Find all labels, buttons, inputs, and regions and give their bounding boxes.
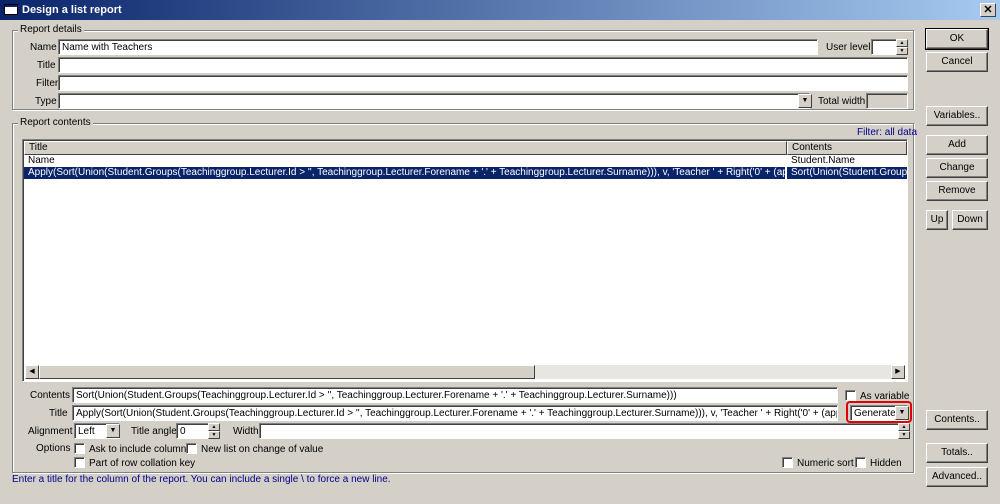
row-collation-label: Part of row collation key bbox=[89, 458, 196, 469]
report-details-label: Report details bbox=[18, 24, 84, 35]
horizontal-scrollbar[interactable]: ◀ ▶ bbox=[25, 365, 905, 379]
scroll-left-icon[interactable]: ◀ bbox=[25, 365, 39, 379]
contents-field[interactable]: Sort(Union(Student.Groups(Teachinggroup.… bbox=[72, 387, 838, 403]
row-title-cell: Apply(Sort(Union(Student.Groups(Teaching… bbox=[24, 167, 785, 179]
user-level-up-button[interactable]: ▲ bbox=[896, 39, 908, 47]
status-hint: Enter a title for the column of the repo… bbox=[12, 474, 391, 485]
column-header-title[interactable]: Title bbox=[24, 141, 787, 155]
scroll-right-icon[interactable]: ▶ bbox=[891, 365, 905, 379]
user-level-down-button[interactable]: ▼ bbox=[896, 47, 908, 55]
change-button[interactable]: Change bbox=[926, 158, 988, 178]
report-columns-list[interactable]: Title Contents Name Student.Name Apply(S… bbox=[22, 139, 908, 382]
filter-label: Filter bbox=[36, 78, 59, 89]
column-title-field[interactable]: Apply(Sort(Union(Student.Groups(Teaching… bbox=[72, 405, 838, 421]
cancel-button[interactable]: Cancel bbox=[926, 52, 988, 72]
new-list-label: New list on change of value bbox=[201, 444, 324, 455]
hidden-checkbox[interactable] bbox=[855, 457, 866, 468]
user-level-label: User level bbox=[826, 42, 871, 53]
options-label: Options bbox=[36, 443, 71, 454]
contents-button[interactable]: Contents.. bbox=[926, 410, 988, 430]
width-down-button[interactable]: ▼ bbox=[898, 431, 910, 439]
type-select[interactable] bbox=[58, 93, 810, 109]
row-collation-checkbox[interactable] bbox=[74, 457, 85, 468]
alignment-dropdown-icon[interactable]: ▼ bbox=[106, 424, 120, 438]
filter-info: Filter: all data bbox=[857, 127, 918, 138]
hidden-label: Hidden bbox=[870, 458, 902, 469]
new-list-checkbox[interactable] bbox=[186, 443, 197, 454]
title-label: Title bbox=[37, 60, 56, 71]
window-icon bbox=[4, 4, 18, 15]
user-level-field[interactable] bbox=[871, 39, 897, 55]
total-width-field bbox=[866, 93, 908, 109]
totals-button[interactable]: Totals.. bbox=[926, 443, 988, 463]
up-button[interactable]: Up bbox=[926, 210, 948, 230]
row-contents-cell: Student.Name bbox=[791, 155, 855, 166]
title-angle-label: Title angle bbox=[131, 426, 177, 437]
width-field[interactable] bbox=[259, 423, 899, 439]
ask-include-label: Ask to include column bbox=[89, 444, 187, 455]
ok-button[interactable]: OK bbox=[925, 28, 989, 50]
title-angle-up-button[interactable]: ▲ bbox=[208, 423, 220, 431]
remove-button[interactable]: Remove bbox=[926, 181, 988, 201]
filter-field[interactable] bbox=[58, 75, 908, 91]
title-bar: Design a list report ✕ bbox=[0, 0, 1000, 20]
type-label: Type bbox=[35, 96, 57, 107]
width-up-button[interactable]: ▲ bbox=[898, 423, 910, 431]
row-contents-cell: Sort(Union(Student.Groups(Teachinggroup.… bbox=[787, 167, 907, 179]
title-angle-down-button[interactable]: ▼ bbox=[208, 431, 220, 439]
add-button[interactable]: Add bbox=[926, 135, 988, 155]
generate-dropdown-icon[interactable]: ▼ bbox=[895, 406, 909, 420]
close-button[interactable]: ✕ bbox=[980, 3, 996, 17]
total-width-label: Total width bbox=[818, 96, 866, 107]
row-title-cell: Name bbox=[28, 155, 55, 166]
ask-include-checkbox[interactable] bbox=[74, 443, 85, 454]
width-label: Width bbox=[233, 426, 259, 437]
title-field[interactable] bbox=[58, 57, 908, 73]
contents-label: Contents bbox=[30, 390, 71, 401]
column-title-label: Title bbox=[49, 408, 68, 419]
type-dropdown-icon[interactable]: ▼ bbox=[798, 94, 812, 108]
name-field[interactable]: Name with Teachers bbox=[58, 39, 818, 55]
numeric-sort-label: Numeric sort bbox=[797, 458, 854, 469]
alignment-label: Alignment bbox=[28, 426, 73, 437]
numeric-sort-checkbox[interactable] bbox=[782, 457, 793, 468]
scrollbar-thumb[interactable] bbox=[39, 365, 535, 379]
advanced-button[interactable]: Advanced.. bbox=[926, 467, 988, 487]
name-label: Name bbox=[30, 42, 57, 53]
report-contents-label: Report contents bbox=[18, 117, 93, 128]
column-header-contents[interactable]: Contents bbox=[787, 141, 907, 155]
variables-button[interactable]: Variables.. bbox=[926, 106, 988, 126]
title-angle-field[interactable]: 0 bbox=[176, 423, 210, 439]
down-button[interactable]: Down bbox=[952, 210, 988, 230]
as-variable-checkbox[interactable] bbox=[845, 390, 856, 401]
window-title: Design a list report bbox=[22, 4, 122, 16]
